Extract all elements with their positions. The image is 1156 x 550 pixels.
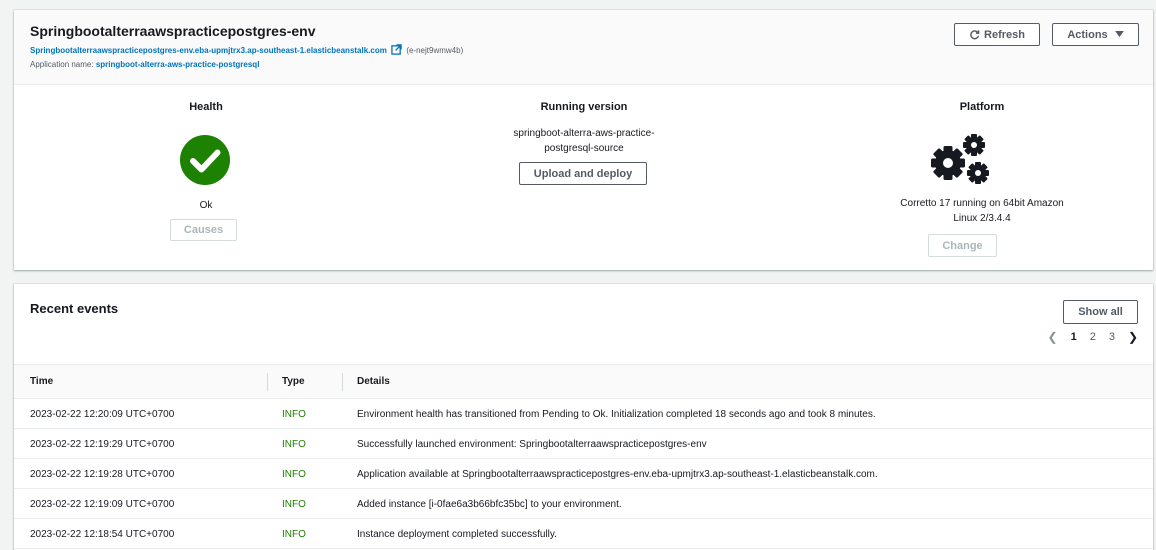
environment-name: Springbootalterraawspracticepostgres-env [30,23,316,39]
environment-id: (e-nejt9wmw4b) [406,46,464,55]
event-type: INFO [282,529,306,540]
event-details: Successfully launched environment: Sprin… [357,439,707,450]
event-details: Instance deployment completed successful… [357,529,557,540]
refresh-button[interactable]: Refresh [954,23,1040,46]
chevron-right-icon[interactable]: ❯ [1128,330,1138,344]
table-row: 2023-02-22 12:20:09 UTC+0700 INFO Enviro… [14,399,1153,429]
running-version-value: springboot-alterra-aws-practice-postgres… [513,128,655,154]
causes-button[interactable]: Causes [170,219,237,241]
column-divider [267,373,268,391]
event-type: INFO [282,469,306,480]
page-1[interactable]: 1 [1071,331,1077,343]
event-time: 2023-02-22 12:20:09 UTC+0700 [30,409,175,420]
recent-events-title: Recent events [30,301,119,316]
health-ok-check-icon [180,135,230,185]
events-table: Time Type Details 2023-02-22 12:20:09 UT… [14,364,1153,549]
event-time: 2023-02-22 12:19:28 UTC+0700 [30,469,175,480]
environment-url-line: Springbootalterraawspracticepostgres-env… [30,44,463,55]
actions-dropdown-button[interactable]: Actions [1052,23,1139,46]
health-status: Ok [199,200,213,211]
refresh-icon [970,30,980,40]
platform-title: Platform [959,101,1005,113]
table-row: 2023-02-22 12:18:54 UTC+0700 INFO Instan… [14,519,1153,549]
actions-label: Actions [1067,28,1108,41]
event-details: Environment health has transitioned from… [357,409,876,420]
column-header-time[interactable]: Time [30,376,53,387]
recent-events-card: Recent events Show all ❮ 1 2 3 ❯ Time Ty… [14,284,1153,550]
change-platform-button[interactable]: Change [928,234,997,257]
application-name-link[interactable]: springboot-alterra-aws-practice-postgres… [96,60,260,69]
events-table-header: Time Type Details [14,364,1153,399]
column-divider [342,373,343,391]
health-title: Health [189,101,223,113]
event-type: INFO [282,439,306,450]
caret-down-icon [1114,31,1124,38]
page-2[interactable]: 2 [1090,331,1096,343]
event-details: Application available at Springbootalter… [357,469,878,480]
table-row: 2023-02-22 12:19:29 UTC+0700 INFO Succes… [14,429,1153,459]
environment-header: Springbootalterraawspracticepostgres-env… [14,10,1153,85]
event-type: INFO [282,409,306,420]
running-version-title: Running version [540,101,628,113]
event-time: 2023-02-22 12:19:09 UTC+0700 [30,499,175,510]
environment-url-link[interactable]: Springbootalterraawspracticepostgres-env… [30,46,387,55]
external-link-icon[interactable] [391,44,402,55]
pagination: ❮ 1 2 3 ❯ [1048,330,1139,344]
refresh-label: Refresh [984,28,1025,41]
chevron-left-icon[interactable]: ❮ [1048,330,1058,344]
application-name-label: Application name: [30,60,94,69]
show-all-button[interactable]: Show all [1063,300,1138,324]
event-time: 2023-02-22 12:18:54 UTC+0700 [30,529,175,540]
page-3[interactable]: 3 [1109,331,1115,343]
table-row: 2023-02-22 12:19:09 UTC+0700 INFO Added … [14,489,1153,519]
gears-icon [931,134,989,184]
platform-description: Corretto 17 running on 64bit Amazon Linu… [900,198,1064,224]
event-details: Added instance [i-0fae6a3b66bfc35bc] to … [357,499,622,510]
upload-and-deploy-button[interactable]: Upload and deploy [519,162,647,185]
column-header-details[interactable]: Details [357,376,390,387]
application-name-line: Application name: springboot-alterra-aws… [30,60,259,69]
event-type: INFO [282,499,306,510]
environment-overview-card: Springbootalterraawspracticepostgres-env… [14,10,1153,270]
event-time: 2023-02-22 12:19:29 UTC+0700 [30,439,175,450]
table-row: 2023-02-22 12:19:28 UTC+0700 INFO Applic… [14,459,1153,489]
column-header-type[interactable]: Type [282,376,305,387]
